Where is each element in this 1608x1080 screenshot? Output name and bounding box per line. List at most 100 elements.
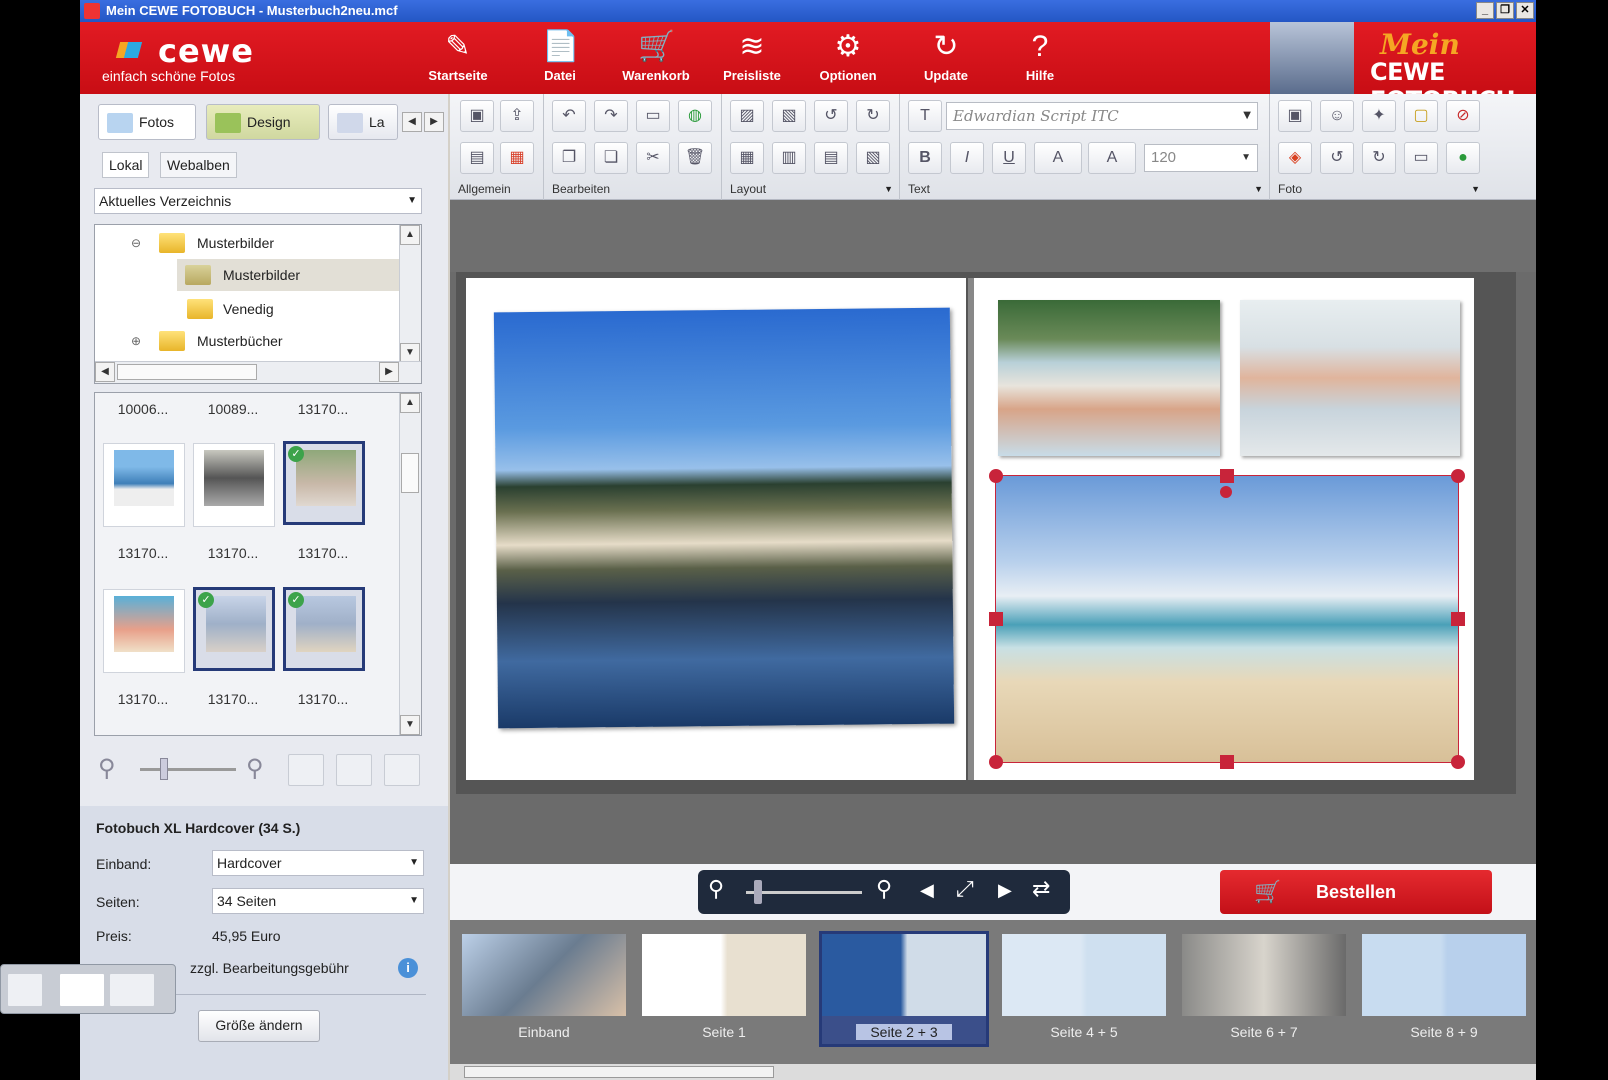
layout-stack-icon[interactable]: ▥ [772, 142, 806, 174]
underline-button[interactable]: U [992, 142, 1026, 174]
photo-fit-icon[interactable]: ▭ [1404, 142, 1438, 174]
page-thumb-einband[interactable]: Einband [462, 934, 626, 1044]
layout-arrange-icon[interactable]: ▧ [772, 100, 806, 132]
photo-add-icon[interactable]: ▣ [1278, 100, 1312, 132]
expand-icon[interactable]: ▼ [1471, 184, 1480, 194]
resize-handle[interactable] [1451, 755, 1465, 769]
zoom-in-icon[interactable]: ⚲ [876, 876, 892, 902]
view-single-button[interactable] [59, 973, 105, 1007]
subtab-webalben[interactable]: Webalben [160, 152, 237, 178]
paste-icon[interactable]: ❏ [594, 142, 628, 174]
text-color-button[interactable]: A [1034, 142, 1082, 174]
directory-dropdown[interactable]: Aktuelles Verzeichnis ▼ [94, 188, 422, 214]
expand-icon[interactable]: ▼ [884, 184, 893, 194]
harbor-photo[interactable] [493, 307, 955, 729]
pages-dropdown[interactable]: 34 Seiten ▼ [212, 888, 424, 914]
scroll-up-icon[interactable]: ▲ [400, 393, 420, 413]
bold-button[interactable]: B [908, 142, 942, 174]
tree-vscrollbar[interactable]: ▲ ▼ [399, 225, 421, 363]
text-effect-button[interactable]: A [1088, 142, 1136, 174]
delete-icon[interactable]: 🗑 [678, 142, 712, 174]
thumb-size-slider[interactable] [140, 768, 236, 771]
right-page[interactable] [974, 278, 1474, 780]
photo-thumbnail-selected[interactable]: ✓ [193, 587, 275, 671]
left-page[interactable] [466, 278, 966, 780]
italic-button[interactable]: I [950, 142, 984, 174]
scroll-right-icon[interactable]: ▶ [379, 362, 399, 382]
view-option-button[interactable] [288, 754, 324, 786]
photo-person-icon[interactable]: ☺ [1320, 100, 1354, 132]
zoom-in-icon[interactable]: ⚲ [246, 754, 264, 783]
scroll-up-icon[interactable]: ▲ [400, 225, 420, 245]
expand-icon[interactable]: ⊕ [131, 325, 141, 357]
minimize-button[interactable]: _ [1476, 2, 1494, 19]
startseite-button[interactable]: ✎ Startseite [410, 28, 506, 90]
tree-hscrollbar[interactable]: ◀ ▶ [95, 361, 421, 383]
layout-add-icon[interactable]: ▨ [730, 100, 764, 132]
preisliste-button[interactable]: ≋ Preisliste [704, 28, 800, 90]
previous-page-icon[interactable]: ◀ [920, 880, 934, 901]
open-icon[interactable]: ⇪ [500, 100, 534, 132]
photo-thumbnail-selected[interactable]: ✓ [283, 587, 365, 671]
rotate-right-icon[interactable]: ↻ [856, 100, 890, 132]
photo-thumbnail[interactable] [193, 443, 275, 527]
resize-handle[interactable] [989, 469, 1003, 483]
scroll-down-icon[interactable]: ▼ [400, 715, 420, 735]
collapse-icon[interactable]: ⊖ [131, 227, 141, 259]
color-adjust-icon[interactable]: ◈ [1278, 142, 1312, 174]
photo-rotate-left-icon[interactable]: ↺ [1320, 142, 1354, 174]
photo-thumbnail-selected[interactable]: ✓ [283, 441, 365, 525]
close-button[interactable]: ✕ [1516, 2, 1534, 19]
warenkorb-button[interactable]: 🛒 Warenkorb [608, 28, 704, 90]
order-button[interactable]: 🛒 Bestellen [1220, 870, 1492, 914]
text-tool-icon[interactable]: T [908, 100, 942, 132]
tab-scroll-left-icon[interactable]: ◀ [402, 112, 422, 132]
globe-icon[interactable]: ◍ [678, 100, 712, 132]
page-thumb-seite-8-9[interactable]: Seite 8 + 9 [1362, 934, 1526, 1044]
copy-icon[interactable]: ❐ [552, 142, 586, 174]
view-option-button[interactable] [384, 754, 420, 786]
resize-handle[interactable] [1220, 755, 1234, 769]
tree-item[interactable]: ⊖ Musterbilder [95, 227, 399, 259]
tree-item-selected[interactable]: Musterbilder [177, 259, 399, 291]
tab-scroll-right-icon[interactable]: ▶ [424, 112, 444, 132]
scroll-thumb[interactable] [117, 364, 257, 380]
binding-dropdown[interactable]: Hardcover ▼ [212, 850, 424, 876]
zoom-out-icon[interactable]: ⚲ [708, 876, 724, 902]
photo-effects-icon[interactable]: ✦ [1362, 100, 1396, 132]
tab-fotos[interactable]: Fotos [98, 104, 196, 140]
page-thumb-seite-2-3[interactable]: Seite 2 + 3 [819, 931, 989, 1047]
rotate-left-icon[interactable]: ↺ [814, 100, 848, 132]
project-icon[interactable]: ▦ [500, 142, 534, 174]
font-family-select[interactable]: Edwardian Script ITC ▼ [946, 102, 1258, 130]
update-button[interactable]: ↻ Update [898, 28, 994, 90]
cut-icon[interactable]: ✂ [636, 142, 670, 174]
scroll-left-icon[interactable]: ◀ [95, 362, 115, 382]
fullscreen-icon[interactable]: ⤢ [956, 876, 974, 902]
photo-thumbnail[interactable] [103, 443, 185, 527]
page-thumb-seite-4-5[interactable]: Seite 4 + 5 [1002, 934, 1166, 1044]
resize-button[interactable]: Größe ändern [198, 1010, 320, 1042]
beach-run-photo[interactable] [998, 300, 1220, 456]
resize-handle[interactable] [1451, 469, 1465, 483]
resize-handle[interactable] [1451, 612, 1465, 626]
photo-thumbnail[interactable] [103, 589, 185, 673]
rotate-handle[interactable] [1220, 486, 1232, 498]
tab-design[interactable]: Design [206, 104, 320, 140]
save-as-icon[interactable]: ▤ [460, 142, 494, 174]
datei-button[interactable]: 📄 Datei [512, 28, 608, 90]
next-page-icon[interactable]: ▶ [998, 880, 1012, 901]
page-thumb-seite-1[interactable]: Seite 1 [642, 934, 806, 1044]
view-minimize-button[interactable] [7, 973, 43, 1007]
scroll-thumb[interactable] [464, 1066, 774, 1078]
hilfe-button[interactable]: ? Hilfe [992, 28, 1088, 90]
photo-remove-icon[interactable]: ⊘ [1446, 100, 1480, 132]
optionen-button[interactable]: ⚙ Optionen [800, 28, 896, 90]
frame-icon[interactable]: ▭ [636, 100, 670, 132]
scroll-thumb[interactable] [401, 453, 419, 493]
expand-icon[interactable]: ▼ [1254, 184, 1263, 194]
subtab-lokal[interactable]: Lokal [102, 152, 150, 178]
slider-handle[interactable] [160, 758, 168, 780]
photo-rotate-right-icon[interactable]: ↻ [1362, 142, 1396, 174]
tree-item[interactable]: ⊕ Musterbücher [95, 325, 399, 357]
